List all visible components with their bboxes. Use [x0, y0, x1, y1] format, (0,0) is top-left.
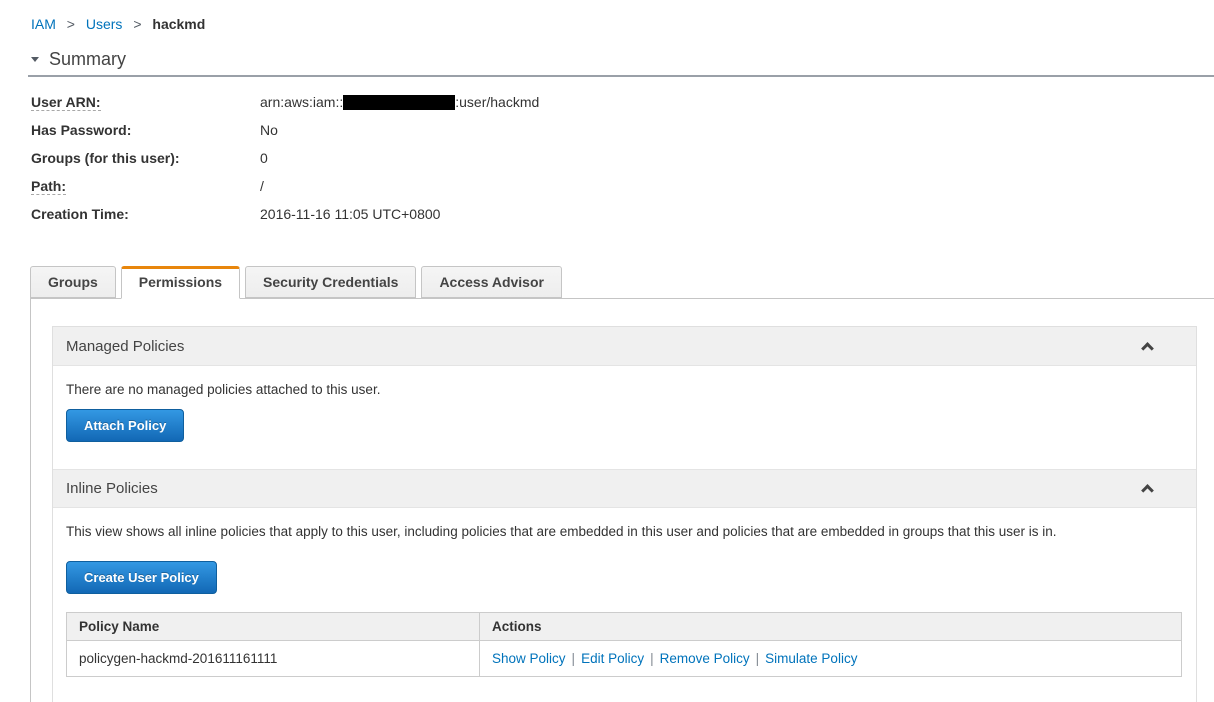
summary-row-groups: Groups (for this user): 0	[31, 144, 1214, 172]
redacted-account-id	[343, 95, 456, 110]
has-password-label: Has Password:	[31, 122, 132, 138]
has-password-value: No	[260, 122, 278, 138]
path-value: /	[260, 178, 264, 194]
actions-cell: Show Policy | Edit Policy | Remove Policy | Si…	[479, 640, 1182, 677]
summary-title: Summary	[49, 49, 127, 69]
inline-policies-description: This view shows all inline policies that…	[66, 524, 1057, 539]
inline-policies-header[interactable]: Inline Policies	[53, 469, 1196, 508]
inline-policies-title: Inline Policies	[66, 480, 158, 497]
breadcrumb-link-users[interactable]: Users	[86, 16, 123, 32]
tab-security-credentials[interactable]: Security Credentials	[245, 266, 417, 298]
caret-down-icon	[31, 57, 39, 62]
tab-bar: Groups Permissions Security Credentials …	[30, 266, 1214, 299]
table-row: policygen-hackmd-201611161111 Show Polic…	[66, 640, 1182, 677]
tab-permissions[interactable]: Permissions	[120, 266, 241, 299]
create-user-policy-button[interactable]: Create User Policy	[66, 561, 217, 594]
remove-policy-link[interactable]: Remove Policy	[660, 651, 750, 666]
summary-divider	[28, 75, 1214, 77]
policy-name-column-header: Policy Name	[66, 612, 480, 641]
summary-row-creation-time: Creation Time: 2016-11-16 11:05 UTC+0800	[31, 200, 1214, 228]
summary-row-path: Path: /	[31, 172, 1214, 200]
breadcrumb-current-user: hackmd	[152, 16, 206, 32]
managed-policies-header[interactable]: Managed Policies	[53, 327, 1196, 366]
edit-policy-link[interactable]: Edit Policy	[581, 651, 644, 666]
tab-groups[interactable]: Groups	[30, 266, 116, 298]
managed-policies-section: Managed Policies There are no managed po…	[53, 327, 1196, 469]
action-separator: |	[755, 651, 760, 666]
policy-name-cell: policygen-hackmd-201611161111	[66, 640, 480, 677]
inline-policies-body: This view shows all inline policies that…	[53, 508, 1196, 702]
simulate-policy-link[interactable]: Simulate Policy	[765, 651, 857, 666]
policies-accordion: Managed Policies There are no managed po…	[52, 326, 1197, 702]
action-separator: |	[571, 651, 576, 666]
summary-row-user-arn: User ARN: arn:aws:iam:::user/hackmd	[31, 88, 1214, 116]
inline-policies-table: Policy Name Actions policygen-hackmd-201…	[66, 612, 1182, 677]
summary-section-toggle[interactable]: Summary	[31, 49, 1214, 70]
managed-policies-title: Managed Policies	[66, 337, 185, 355]
breadcrumb-link-iam[interactable]: IAM	[31, 16, 56, 32]
summary-table: User ARN: arn:aws:iam:::user/hackmd Has …	[31, 88, 1214, 228]
user-arn-value: arn:aws:iam:::user/hackmd	[260, 94, 540, 110]
action-separator: |	[650, 651, 654, 666]
tab-access-advisor[interactable]: Access Advisor	[421, 266, 562, 298]
breadcrumb-separator: >	[133, 16, 142, 32]
breadcrumb: IAM > Users > hackmd	[0, 0, 1214, 32]
attach-policy-button[interactable]: Attach Policy	[66, 409, 185, 442]
creation-time-label: Creation Time:	[31, 206, 129, 222]
inline-policies-section: Inline Policies This view shows all inli…	[53, 469, 1196, 702]
permissions-tab-content: Managed Policies There are no managed po…	[30, 298, 1214, 702]
groups-value: 0	[260, 150, 268, 166]
show-policy-link[interactable]: Show Policy	[492, 651, 566, 666]
chevron-up-icon[interactable]	[1141, 484, 1154, 497]
managed-policies-body: There are no managed policies attached t…	[53, 366, 1196, 469]
groups-label: Groups (for this user):	[31, 150, 180, 166]
managed-policies-empty-message: There are no managed policies attached t…	[66, 382, 381, 397]
path-label: Path:	[31, 178, 66, 195]
actions-column-header: Actions	[479, 612, 1182, 641]
breadcrumb-separator: >	[66, 16, 75, 32]
creation-time-value: 2016-11-16 11:05 UTC+0800	[260, 206, 441, 222]
user-arn-label: User ARN:	[31, 94, 101, 111]
summary-row-has-password: Has Password: No	[31, 116, 1214, 144]
chevron-up-icon[interactable]	[1141, 341, 1154, 355]
